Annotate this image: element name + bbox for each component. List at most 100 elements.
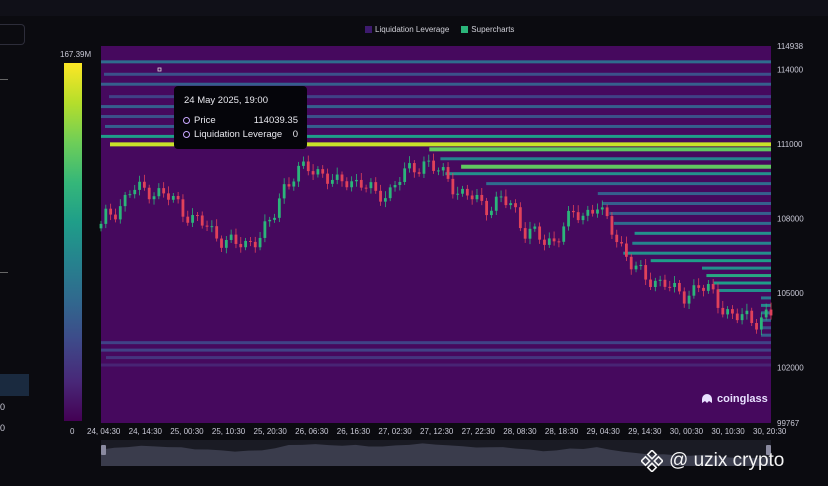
candle (403, 168, 407, 182)
candle (692, 285, 696, 296)
candle (668, 286, 672, 288)
candle (634, 265, 638, 270)
candle (249, 240, 252, 242)
candle (624, 243, 628, 257)
candle (437, 170, 440, 172)
candle (485, 200, 489, 216)
candle (591, 209, 595, 214)
candle (292, 181, 296, 187)
candle (118, 206, 122, 220)
candle (740, 314, 744, 321)
candle (552, 238, 556, 242)
liquidation-band (613, 221, 771, 225)
tooltip-value: 0 (292, 129, 298, 140)
colorbar-min-label: 0 (70, 427, 75, 436)
candle (388, 187, 392, 199)
chart-tooltip: 24 May 2025, 19:00 Price 114039.35 Liqui… (174, 86, 307, 149)
candle (514, 203, 517, 208)
liquidation-band (101, 60, 771, 64)
liquidation-band (602, 201, 771, 205)
candle (706, 284, 710, 291)
liquidation-band (718, 288, 771, 292)
x-tick-label: 30, 20:30 (753, 427, 787, 436)
liquidation-band (440, 157, 771, 161)
liquidation-band (761, 333, 771, 337)
candle (557, 241, 561, 243)
x-tick-label: 29, 04:30 (587, 427, 621, 436)
candle (128, 194, 132, 196)
candle (205, 225, 209, 227)
candle (480, 194, 484, 201)
candle (152, 196, 156, 200)
candle (263, 221, 267, 238)
liquidation-band (650, 259, 771, 263)
candle (711, 284, 715, 290)
candle (586, 209, 590, 216)
candle (123, 194, 127, 207)
candle (287, 184, 291, 187)
candle (142, 181, 146, 188)
watermark-text: @ uzix crypto (669, 450, 785, 471)
tooltip-label: Liquidation Leverage (194, 129, 283, 140)
candle (547, 238, 551, 245)
x-tick-label: 30, 10:30 (711, 427, 745, 436)
x-tick-label: 27, 02:30 (378, 427, 412, 436)
candle (157, 188, 161, 197)
liquidation-band (706, 274, 771, 278)
candle (456, 193, 460, 195)
liquidation-heatmap-chart[interactable]: 167.39M 0 114938 114000 111000 108000 105000… (0, 0, 828, 486)
candle (605, 207, 609, 217)
y-tick-label: 108000 (777, 214, 804, 223)
liquidation-band (445, 172, 771, 176)
tooltip-value: 114039.35 (253, 115, 298, 126)
candle (350, 181, 354, 188)
candle (475, 194, 479, 200)
candle (658, 279, 662, 281)
y-tick-label: 105000 (777, 289, 804, 298)
candle (441, 167, 445, 171)
candle (244, 240, 248, 248)
candle (311, 171, 315, 175)
liquidation-band (461, 164, 771, 169)
liquidation-band (101, 363, 771, 367)
candle (427, 160, 431, 162)
candle (330, 179, 334, 184)
liquidation-band (101, 348, 771, 352)
candle (220, 238, 223, 248)
candle (408, 163, 411, 169)
candle (359, 179, 363, 188)
tooltip-row-price: Price 114039.35 (183, 115, 298, 126)
tooltip-date: 24 May 2025, 19:00 (184, 95, 268, 106)
candle (663, 279, 667, 287)
candle (528, 228, 532, 239)
candle (176, 195, 180, 200)
candle (610, 216, 614, 235)
candle (446, 167, 450, 179)
candle (302, 161, 305, 166)
candle (186, 216, 190, 223)
x-tick-label: 30, 00:30 (670, 427, 704, 436)
navigator-handle-left[interactable] (101, 445, 106, 455)
candle (224, 239, 228, 248)
candle (167, 193, 170, 200)
tooltip-label: Price (194, 115, 216, 126)
liquidation-band (623, 251, 771, 255)
candle (581, 215, 585, 221)
candle (147, 187, 151, 200)
liquidation-band (713, 281, 771, 285)
candle (398, 181, 402, 185)
tooltip-row-liquidation-leverage: Liquidation Leverage 0 (183, 129, 298, 140)
candle (355, 179, 358, 182)
candle (620, 242, 623, 244)
candle (258, 237, 262, 248)
candle (726, 309, 730, 315)
candle (465, 188, 469, 196)
candle (639, 265, 643, 267)
candle (417, 172, 421, 174)
candle (109, 208, 113, 215)
candle (721, 307, 725, 315)
candle (682, 291, 686, 304)
x-tick-label: 24, 14:30 (129, 427, 163, 436)
candle (200, 215, 204, 226)
candle (750, 310, 754, 324)
